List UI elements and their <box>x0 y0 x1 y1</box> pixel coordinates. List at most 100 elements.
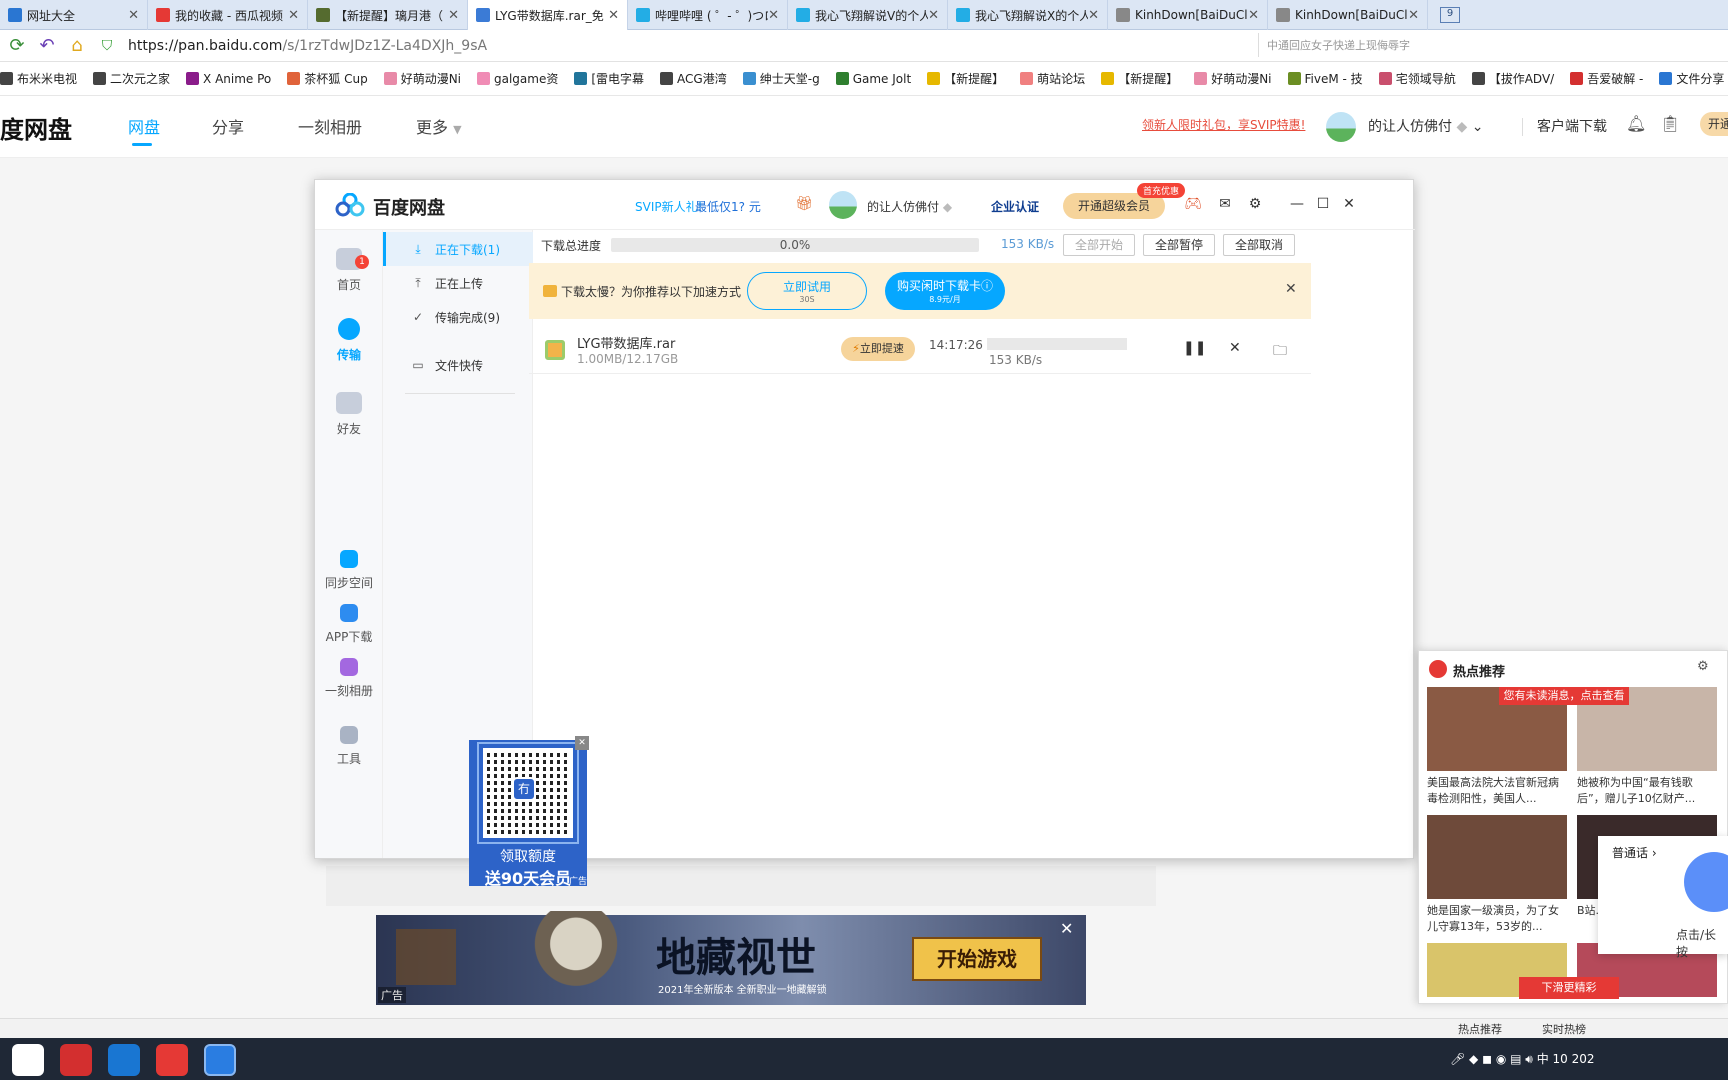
voice-language[interactable]: 普通话 › <box>1612 844 1657 861</box>
ime-indicator[interactable]: 中 <box>1537 1052 1549 1066</box>
close-icon[interactable]: ✕ <box>1060 919 1073 938</box>
close-icon[interactable]: ✕ <box>1088 8 1099 23</box>
try-now-button[interactable]: 立即试用 30S <box>747 272 867 310</box>
gear-icon[interactable]: ⚙ <box>1245 194 1265 214</box>
pause-all-button[interactable]: 全部暂停 <box>1143 234 1215 256</box>
close-icon[interactable]: ✕ <box>928 8 939 23</box>
subnav-item[interactable]: ⤓ 正在下载(1) <box>383 232 533 266</box>
close-icon[interactable]: ✕ <box>288 8 299 23</box>
tab[interactable]: KinhDown[BaiDuClo ✕ <box>1268 0 1428 30</box>
pause-icon[interactable]: ❚❚ <box>1183 340 1206 356</box>
scroll-more-banner[interactable]: 下滑更精彩 <box>1519 977 1619 999</box>
bell-icon[interactable]: 🔔︎ <box>1626 114 1646 133</box>
enterprise-cert-link[interactable]: 企业认证 <box>991 198 1039 215</box>
cancel-icon[interactable]: ✕ <box>1229 340 1241 356</box>
tab[interactable]: 【新提醒】璃月港（ ✕ <box>308 0 468 30</box>
bookmark-item[interactable]: 茶杯狐 Cup <box>287 70 368 87</box>
video-app-icon[interactable] <box>156 1044 188 1076</box>
realtime-hot-link[interactable]: 实时热榜 <box>1542 1021 1586 1037</box>
close-icon[interactable]: ✕ <box>1339 194 1359 214</box>
tab[interactable]: 我的收藏 - 西瓜视频 ✕ <box>148 0 308 30</box>
sidebar-item[interactable]: 工具 <box>315 726 383 767</box>
buy-card-button[interactable]: 购买闲时下载卡ⓘ 8.9元/月 <box>885 272 1005 310</box>
tab[interactable]: 我心飞翔解说V的个人 ✕ <box>788 0 948 30</box>
qr-ad[interactable]: 冇 领取额度 送90天会员 广告 ✕ <box>469 736 589 888</box>
bookmark-item[interactable]: [雷电字幕 <box>574 70 644 87</box>
user-name[interactable]: 的让人仿佛付 ◆ ⌄ <box>1368 116 1483 136</box>
tab[interactable]: KinhDown[BaiDuClo ✕ <box>1108 0 1268 30</box>
tab[interactable]: 我心飞翔解说X的个人 ✕ <box>948 0 1108 30</box>
browser-app-icon[interactable] <box>108 1044 140 1076</box>
url-field[interactable]: https://pan.baidu.com/s/1rzTdwJDz1Z-La4D… <box>128 38 1028 54</box>
nav-netdisk[interactable]: 网盘 <box>128 114 160 138</box>
clipboard-icon[interactable]: 📋︎ <box>1660 114 1680 133</box>
ad-close-icon[interactable]: ✕ <box>575 736 589 750</box>
bookmark-item[interactable]: 吾爱破解 - <box>1570 70 1643 87</box>
bookmark-item[interactable]: 绅士天堂-g <box>742 70 820 87</box>
svip-promo[interactable]: SVIP新人礼! <box>635 198 702 215</box>
start-game-button[interactable]: 开始游戏 <box>912 937 1042 981</box>
bookmark-item[interactable]: Game Jolt <box>835 72 911 86</box>
bookmark-item[interactable]: 好萌动漫Ni <box>1194 70 1272 87</box>
sidebar-item[interactable]: 一刻相册 <box>315 658 383 699</box>
download-row[interactable]: LYG带数据库.rar 1.00MB/12.17GB ⚡立即提速 14:17:2… <box>529 324 1311 374</box>
hot-recommend-link[interactable]: 热点推荐 <box>1458 1021 1502 1037</box>
svip-price[interactable]: 最低仅1? 元 <box>695 198 761 215</box>
bookmark-item[interactable]: 【新提醒】 <box>927 70 1004 87</box>
news-card[interactable]: 她被称为中国“最有钱歌后”，赠儿子10亿财产... <box>1577 687 1717 809</box>
client-download-link[interactable]: 客户端下载 <box>1537 116 1607 136</box>
tab[interactable]: 网址大全 ✕ <box>0 0 148 30</box>
clock[interactable]: 10 202 <box>1553 1052 1595 1066</box>
bookmark-item[interactable]: galgame资 <box>477 70 558 87</box>
close-icon[interactable]: ✕ <box>768 8 779 23</box>
promo-link[interactable]: 领新人限时礼包，享SVIP特惠! <box>1142 116 1305 133</box>
explorer-app-icon[interactable] <box>12 1044 44 1076</box>
cancel-all-button[interactable]: 全部取消 <box>1223 234 1295 256</box>
refresh-icon[interactable]: ⟳ <box>4 33 30 59</box>
subnav-item[interactable]: ▭ 文件快传 <box>383 348 533 382</box>
bookmark-item[interactable]: 二次元之家 <box>93 70 170 87</box>
folder-icon[interactable]: 🗀 <box>1273 340 1287 364</box>
tray-icons[interactable]: 🎤︎ ◆ ◼ ◉ ▤ 🔊︎ <box>1450 1052 1537 1066</box>
tab-count[interactable]: 9 <box>1440 7 1460 23</box>
bookmark-item[interactable]: 好萌动漫Ni <box>383 70 461 87</box>
bookmark-item[interactable]: 文件分享 <box>1659 70 1724 87</box>
client-user[interactable]: 的让人仿佛付 ◆ <box>867 198 952 215</box>
bookmark-item[interactable]: 【拔作ADV/ <box>1471 70 1554 87</box>
subnav-item[interactable]: ✓ 传输完成(9) <box>383 300 533 334</box>
client-avatar[interactable] <box>829 191 857 219</box>
nav-album[interactable]: 一刻相册 <box>298 114 362 138</box>
news-card[interactable]: 她是国家一级演员，为了女儿守寡13年，53岁的... <box>1427 815 1567 937</box>
tab[interactable]: LYG带数据库.rar_免 ✕ <box>468 0 628 30</box>
close-icon[interactable]: ✕ <box>1285 281 1297 297</box>
minimize-icon[interactable]: — <box>1287 194 1307 214</box>
bookmark-item[interactable]: 萌站论坛 <box>1020 70 1085 87</box>
game-icon[interactable]: 🎮︎ <box>1183 194 1203 214</box>
close-icon[interactable]: ✕ <box>128 8 139 23</box>
nav-share[interactable]: 分享 <box>212 114 244 138</box>
close-icon[interactable]: ✕ <box>1408 8 1419 23</box>
maximize-icon[interactable]: ☐ <box>1313 194 1333 214</box>
mail-icon[interactable]: ✉ <box>1215 194 1235 214</box>
brand-logo[interactable]: 度网盘 <box>0 110 72 145</box>
tab[interactable]: 哔哩哔哩 ( ゜- ゜)つロ ✕ <box>628 0 788 30</box>
sidebar-item[interactable]: 同步空间 <box>315 550 383 591</box>
home-icon[interactable]: ⌂ <box>64 33 90 59</box>
close-icon[interactable]: ✕ <box>1248 8 1259 23</box>
open-vip-button[interactable]: 开通 <box>1700 112 1728 136</box>
sidebar-item[interactable]: 传输 <box>315 318 383 363</box>
gear-icon[interactable]: ⚙ <box>1697 659 1709 674</box>
gift-icon[interactable]: 🎁︎ <box>795 196 813 212</box>
search-input[interactable]: 中通回应女子快递上现侮辱字 <box>1258 33 1478 57</box>
sidebar-item[interactable]: 好友 <box>315 392 383 437</box>
voice-input-widget[interactable]: 普通话 › 点击/长按 <box>1598 836 1728 959</box>
sidebar-item[interactable]: 首页 <box>315 248 383 293</box>
bookmark-item[interactable]: 宅领域导航 <box>1378 70 1456 87</box>
close-icon[interactable]: ✕ <box>608 8 619 23</box>
game-banner-ad[interactable]: 地藏视世 2021年全新版本 全新职业一地藏解锁 开始游戏 ✕ 广告 <box>376 911 1086 1005</box>
bookmark-item[interactable]: ACG港湾 <box>660 70 727 87</box>
netdisk-app-icon[interactable] <box>204 1044 236 1076</box>
subnav-item[interactable]: ⤒ 正在上传 <box>383 266 533 300</box>
start-all-button[interactable]: 全部开始 <box>1063 234 1135 256</box>
bookmark-item[interactable]: FiveM - 技 <box>1287 70 1363 87</box>
